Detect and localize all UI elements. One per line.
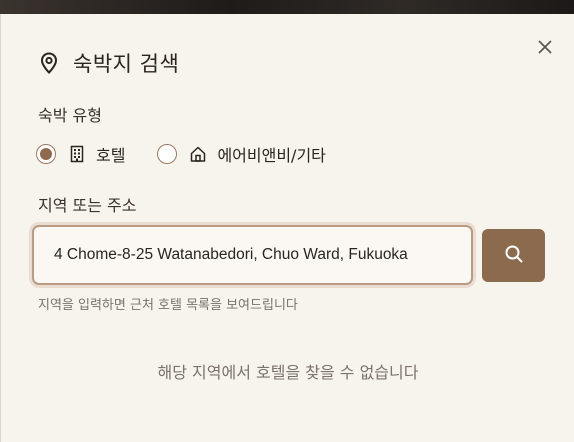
lodging-type-label: 숙박 유형 (38, 106, 102, 125)
lodging-type-radio-group: 호텔 에어비앤비/기타 (36, 142, 326, 166)
radio-airbnb[interactable] (157, 144, 178, 164)
close-icon (538, 39, 552, 58)
home-icon (189, 145, 207, 163)
modal-header: 숙박지 검색 (37, 48, 179, 78)
option-label-airbnb: 에어비앤비/기타 (217, 146, 326, 165)
option-label-hotel: 호텔 (96, 146, 126, 165)
lodging-search-modal: 숙박지 검색 숙박 유형 호텔 에어비앤비/기타 지역 또는 주소 4 Chom… (0, 14, 574, 442)
empty-results-message: 해당 지역에서 호텔을 찾을 수 없습니다 (157, 363, 419, 382)
region-search-input[interactable] (34, 227, 471, 283)
radio-hotel[interactable] (36, 144, 56, 164)
lodging-type-option-hotel[interactable]: 호텔 (36, 142, 125, 166)
backdrop (0, 0, 574, 14)
modal-title: 숙박지 검색 (73, 52, 180, 76)
building-icon (68, 145, 86, 163)
search-button[interactable] (482, 229, 545, 282)
region-label: 지역 또는 주소 (38, 196, 137, 215)
search-icon (504, 244, 524, 268)
region-hint-text: 지역을 입력하면 근처 호텔 목록을 보여드립니다 (38, 298, 298, 313)
map-pin-icon (37, 51, 61, 75)
region-input-wrapper (32, 225, 473, 285)
lodging-type-option-airbnb[interactable]: 에어비앤비/기타 (157, 142, 326, 166)
close-button[interactable] (534, 37, 556, 59)
